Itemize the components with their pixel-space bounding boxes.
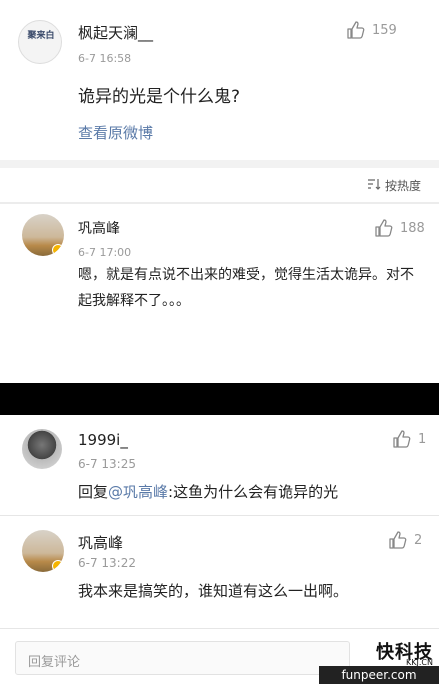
comment-time: 6-7 13:25 (78, 457, 136, 471)
divider (0, 628, 439, 629)
comment-like-count: 188 (400, 220, 425, 236)
comment: 1999i_ 6-7 13:25 1 回复@巩高峰:这鱼为什么会有诡异的光 (0, 415, 439, 515)
comment: 巩高峰 6-7 17:00 188 嗯，就是有点说不出来的难受，觉得生活太诡异。… (0, 204, 439, 322)
thumbs-up-icon (346, 20, 366, 40)
thumbs-up-icon (388, 530, 408, 550)
comment-text: 嗯，就是有点说不出来的难受，觉得生活太诡异。对不起我解释不了。。。 (78, 267, 414, 309)
sort-bar: 按热度 (0, 168, 439, 202)
thumbs-up-icon (374, 218, 394, 238)
post-text: 诡异的光是个什么鬼? (78, 87, 241, 107)
avatar[interactable] (22, 530, 64, 572)
avatar-seal-text: 聚来白 (27, 31, 55, 41)
reply-input-placeholder: 回复评论 (28, 655, 81, 670)
comment-like-count: 2 (414, 532, 423, 548)
original-post: 聚来白 枫起天澜__ 6-7 16:58 159 诡异的光是个什么鬼? 查看原微… (0, 0, 439, 160)
watermark-url: funpeer.com (319, 666, 439, 684)
reply-prefix: 回复 (78, 483, 109, 501)
sort-icon (367, 178, 381, 193)
post-like-button[interactable]: 159 (346, 20, 397, 40)
reply-comment-input[interactable]: 回复评论 (15, 641, 350, 675)
verified-badge-icon (52, 244, 64, 256)
comment: 巩高峰 6-7 13:22 2 我本来是搞笑的，谁知道有这么一出啊。 (0, 516, 439, 628)
comment-like-button[interactable]: 188 (374, 218, 425, 238)
post-like-count: 159 (372, 22, 397, 38)
mention-link[interactable]: @巩高峰 (108, 483, 168, 501)
avatar[interactable] (22, 214, 64, 256)
post-author-name[interactable]: 枫起天澜__ (78, 22, 153, 43)
divider (0, 160, 439, 168)
post-time: 6-7 16:58 (78, 52, 132, 65)
view-original-link[interactable]: 查看原微博 (78, 120, 153, 146)
sort-by-heat-button[interactable]: 按热度 (367, 177, 421, 194)
comment-time: 6-7 17:00 (78, 246, 132, 259)
comment-like-button[interactable]: 1 (392, 429, 426, 449)
comment-text: 我本来是搞笑的，谁知道有这么一出啊。 (78, 582, 349, 600)
watermark: 快科技 KKJ.CN funpeer.com (319, 636, 439, 684)
image-seam (0, 383, 439, 415)
comment-like-button[interactable]: 2 (388, 530, 422, 550)
comment-like-count: 1 (418, 431, 427, 447)
reply-body: :这鱼为什么会有诡异的光 (168, 483, 339, 501)
comment-author-name[interactable]: 1999i_ (78, 431, 128, 449)
verified-badge-icon (52, 560, 64, 572)
comment-text: 回复@巩高峰:这鱼为什么会有诡异的光 (78, 479, 338, 505)
avatar[interactable]: 聚来白 (18, 20, 62, 64)
thumbs-up-icon (392, 429, 412, 449)
comment-time: 6-7 13:22 (78, 556, 136, 570)
avatar[interactable] (22, 429, 62, 469)
sort-label: 按热度 (384, 179, 421, 193)
comment-author-name[interactable]: 巩高峰 (78, 218, 120, 238)
comment-author-name[interactable]: 巩高峰 (78, 532, 123, 553)
